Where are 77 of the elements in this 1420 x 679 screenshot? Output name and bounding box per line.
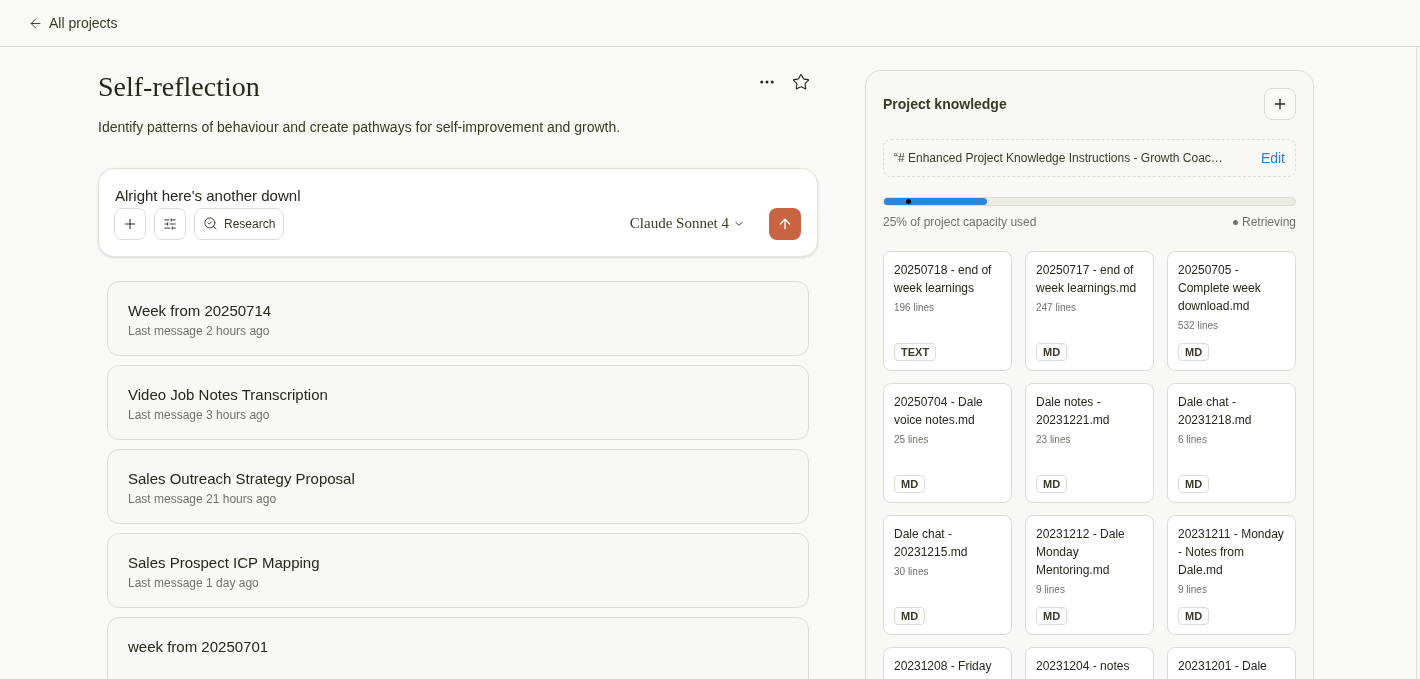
project-title: Self-reflection bbox=[98, 70, 260, 104]
file-card[interactable]: 20231211 - Monday - Notes from Dale.md 9 lines MD bbox=[1167, 515, 1296, 635]
retrieval-status: Retrieving bbox=[1232, 213, 1296, 231]
file-type-tag: MD bbox=[1178, 607, 1210, 625]
message-input[interactable]: Alright here's another downl bbox=[115, 185, 801, 208]
file-card[interactable]: Dale chat - 20231218.md 6 lines MD bbox=[1167, 383, 1296, 503]
chat-card[interactable]: Video Job Notes Transcription Last message 3 hours ago bbox=[107, 364, 809, 440]
file-card[interactable]: 20231204 - notes bbox=[1025, 647, 1154, 679]
file-card[interactable]: Dale chat - 20231215.md 30 lines MD bbox=[883, 515, 1012, 635]
chat-title: Video Job Notes Transcription bbox=[128, 384, 329, 405]
line-count: 247 lines bbox=[1036, 301, 1078, 315]
file-type-tag: MD bbox=[1178, 343, 1210, 361]
chat-card[interactable]: Sales Outreach Strategy Proposal Last message 21 hours ago bbox=[107, 448, 809, 524]
file-type-tag: MD bbox=[1178, 475, 1210, 493]
sliders-icon bbox=[163, 216, 177, 231]
file-name: 20231211 - Monday - Notes from Dale.md bbox=[1178, 526, 1285, 579]
file-card[interactable]: 20250705 - Complete week download.md 532 lines MD bbox=[1167, 251, 1296, 371]
file-name: Dale notes - 20231221.md bbox=[1036, 394, 1111, 429]
research-button[interactable]: Research bbox=[194, 207, 285, 240]
file-type-tag: MD bbox=[1036, 343, 1068, 361]
chat-timestamp: Last message 2 hours ago bbox=[128, 322, 271, 340]
file-name: 20231201 - Dale bbox=[1178, 658, 1268, 675]
chat-card[interactable]: Week from 20250714 Last message 2 hours ago bbox=[107, 280, 809, 356]
file-type-tag: MD bbox=[1036, 475, 1068, 493]
edit-link[interactable]: Edit bbox=[1260, 147, 1285, 169]
line-count: 532 lines bbox=[1178, 319, 1220, 333]
line-count: 6 lines bbox=[1178, 433, 1208, 447]
tools-button[interactable] bbox=[154, 207, 186, 240]
file-card[interactable]: 20231212 - Dale Monday Mentoring.md 9 lines MD bbox=[1025, 515, 1154, 635]
chat-title: Sales Outreach Strategy Proposal bbox=[128, 468, 356, 489]
add-button[interactable] bbox=[114, 207, 146, 240]
file-type-tag: MD bbox=[894, 607, 926, 625]
line-count: 30 lines bbox=[894, 565, 930, 579]
send-button[interactable] bbox=[769, 207, 801, 240]
chat-timestamp: Last message 3 hours ago bbox=[128, 406, 271, 424]
chat-title: Week from 20250714 bbox=[128, 300, 273, 321]
line-count: 9 lines bbox=[1178, 583, 1208, 597]
panel-title: Project knowledge bbox=[883, 94, 1007, 114]
file-name: 20250717 - end of week learnings.md bbox=[1036, 262, 1138, 297]
file-name: Dale chat - 20231215.md bbox=[894, 526, 969, 561]
file-name: 20250705 - Complete week download.md bbox=[1178, 262, 1262, 315]
file-name: Dale chat - 20231218.md bbox=[1178, 394, 1253, 429]
file-name: 20231204 - notes bbox=[1036, 658, 1131, 675]
instructions-text: “# Enhanced Project Knowledge Instructions - Growth Coac… bbox=[894, 150, 1223, 167]
back-arrow-icon bbox=[28, 15, 43, 31]
file-type-tag: MD bbox=[1036, 607, 1068, 625]
file-card[interactable]: 20250717 - end of week learnings.md 247 lines MD bbox=[1025, 251, 1154, 371]
file-card[interactable]: 20250704 - Dale voice notes.md 25 lines MD bbox=[883, 383, 1012, 503]
file-name: 20231212 - Dale Monday Mentoring.md bbox=[1036, 526, 1126, 579]
file-card[interactable]: 20250718 - end of week learnings 196 lines TEXT bbox=[883, 251, 1012, 371]
file-name: 20250718 - end of week learnings bbox=[894, 262, 993, 297]
file-type-tag: TEXT bbox=[894, 343, 937, 361]
magnifier-icon bbox=[203, 216, 218, 231]
line-count: 25 lines bbox=[894, 433, 930, 447]
file-card[interactable]: Dale notes - 20231221.md 23 lines MD bbox=[1025, 383, 1154, 503]
file-card[interactable]: 20231208 - Friday bbox=[883, 647, 1012, 679]
chat-title: week from 20250701 bbox=[128, 636, 270, 657]
file-card[interactable]: 20231201 - Dale bbox=[1167, 647, 1296, 679]
chat-timestamp: Last message 1 day ago bbox=[128, 574, 260, 592]
line-count: 9 lines bbox=[1036, 583, 1066, 597]
plus-icon bbox=[1272, 96, 1288, 112]
back-link[interactable]: All projects bbox=[28, 12, 118, 34]
file-type-tag: MD bbox=[894, 475, 926, 493]
chat-card[interactable]: week from 20250701 bbox=[107, 616, 809, 679]
star-icon[interactable] bbox=[792, 73, 810, 91]
chat-title: Sales Prospect ICP Mapping bbox=[128, 552, 321, 573]
instructions-box[interactable]: “# Enhanced Project Knowledge Instructions - Growth Coac… Edit bbox=[883, 139, 1296, 177]
model-selector[interactable]: Claude Sonnet 4 bbox=[629, 212, 745, 235]
project-description: Identify patterns of behaviour and create pathways for self-improvement and growth. bbox=[98, 118, 622, 137]
file-name: 20231208 - Friday bbox=[894, 658, 993, 675]
chat-timestamp: Last message 21 hours ago bbox=[128, 490, 278, 508]
line-count: 196 lines bbox=[894, 301, 936, 315]
add-knowledge-button[interactable] bbox=[1264, 88, 1296, 120]
file-name: 20250704 - Dale voice notes.md bbox=[894, 394, 984, 429]
line-count: 23 lines bbox=[1036, 433, 1072, 447]
capacity-label: 25% of project capacity used bbox=[883, 214, 1037, 231]
chat-card[interactable]: Sales Prospect ICP Mapping Last message 1 day ago bbox=[107, 532, 809, 608]
